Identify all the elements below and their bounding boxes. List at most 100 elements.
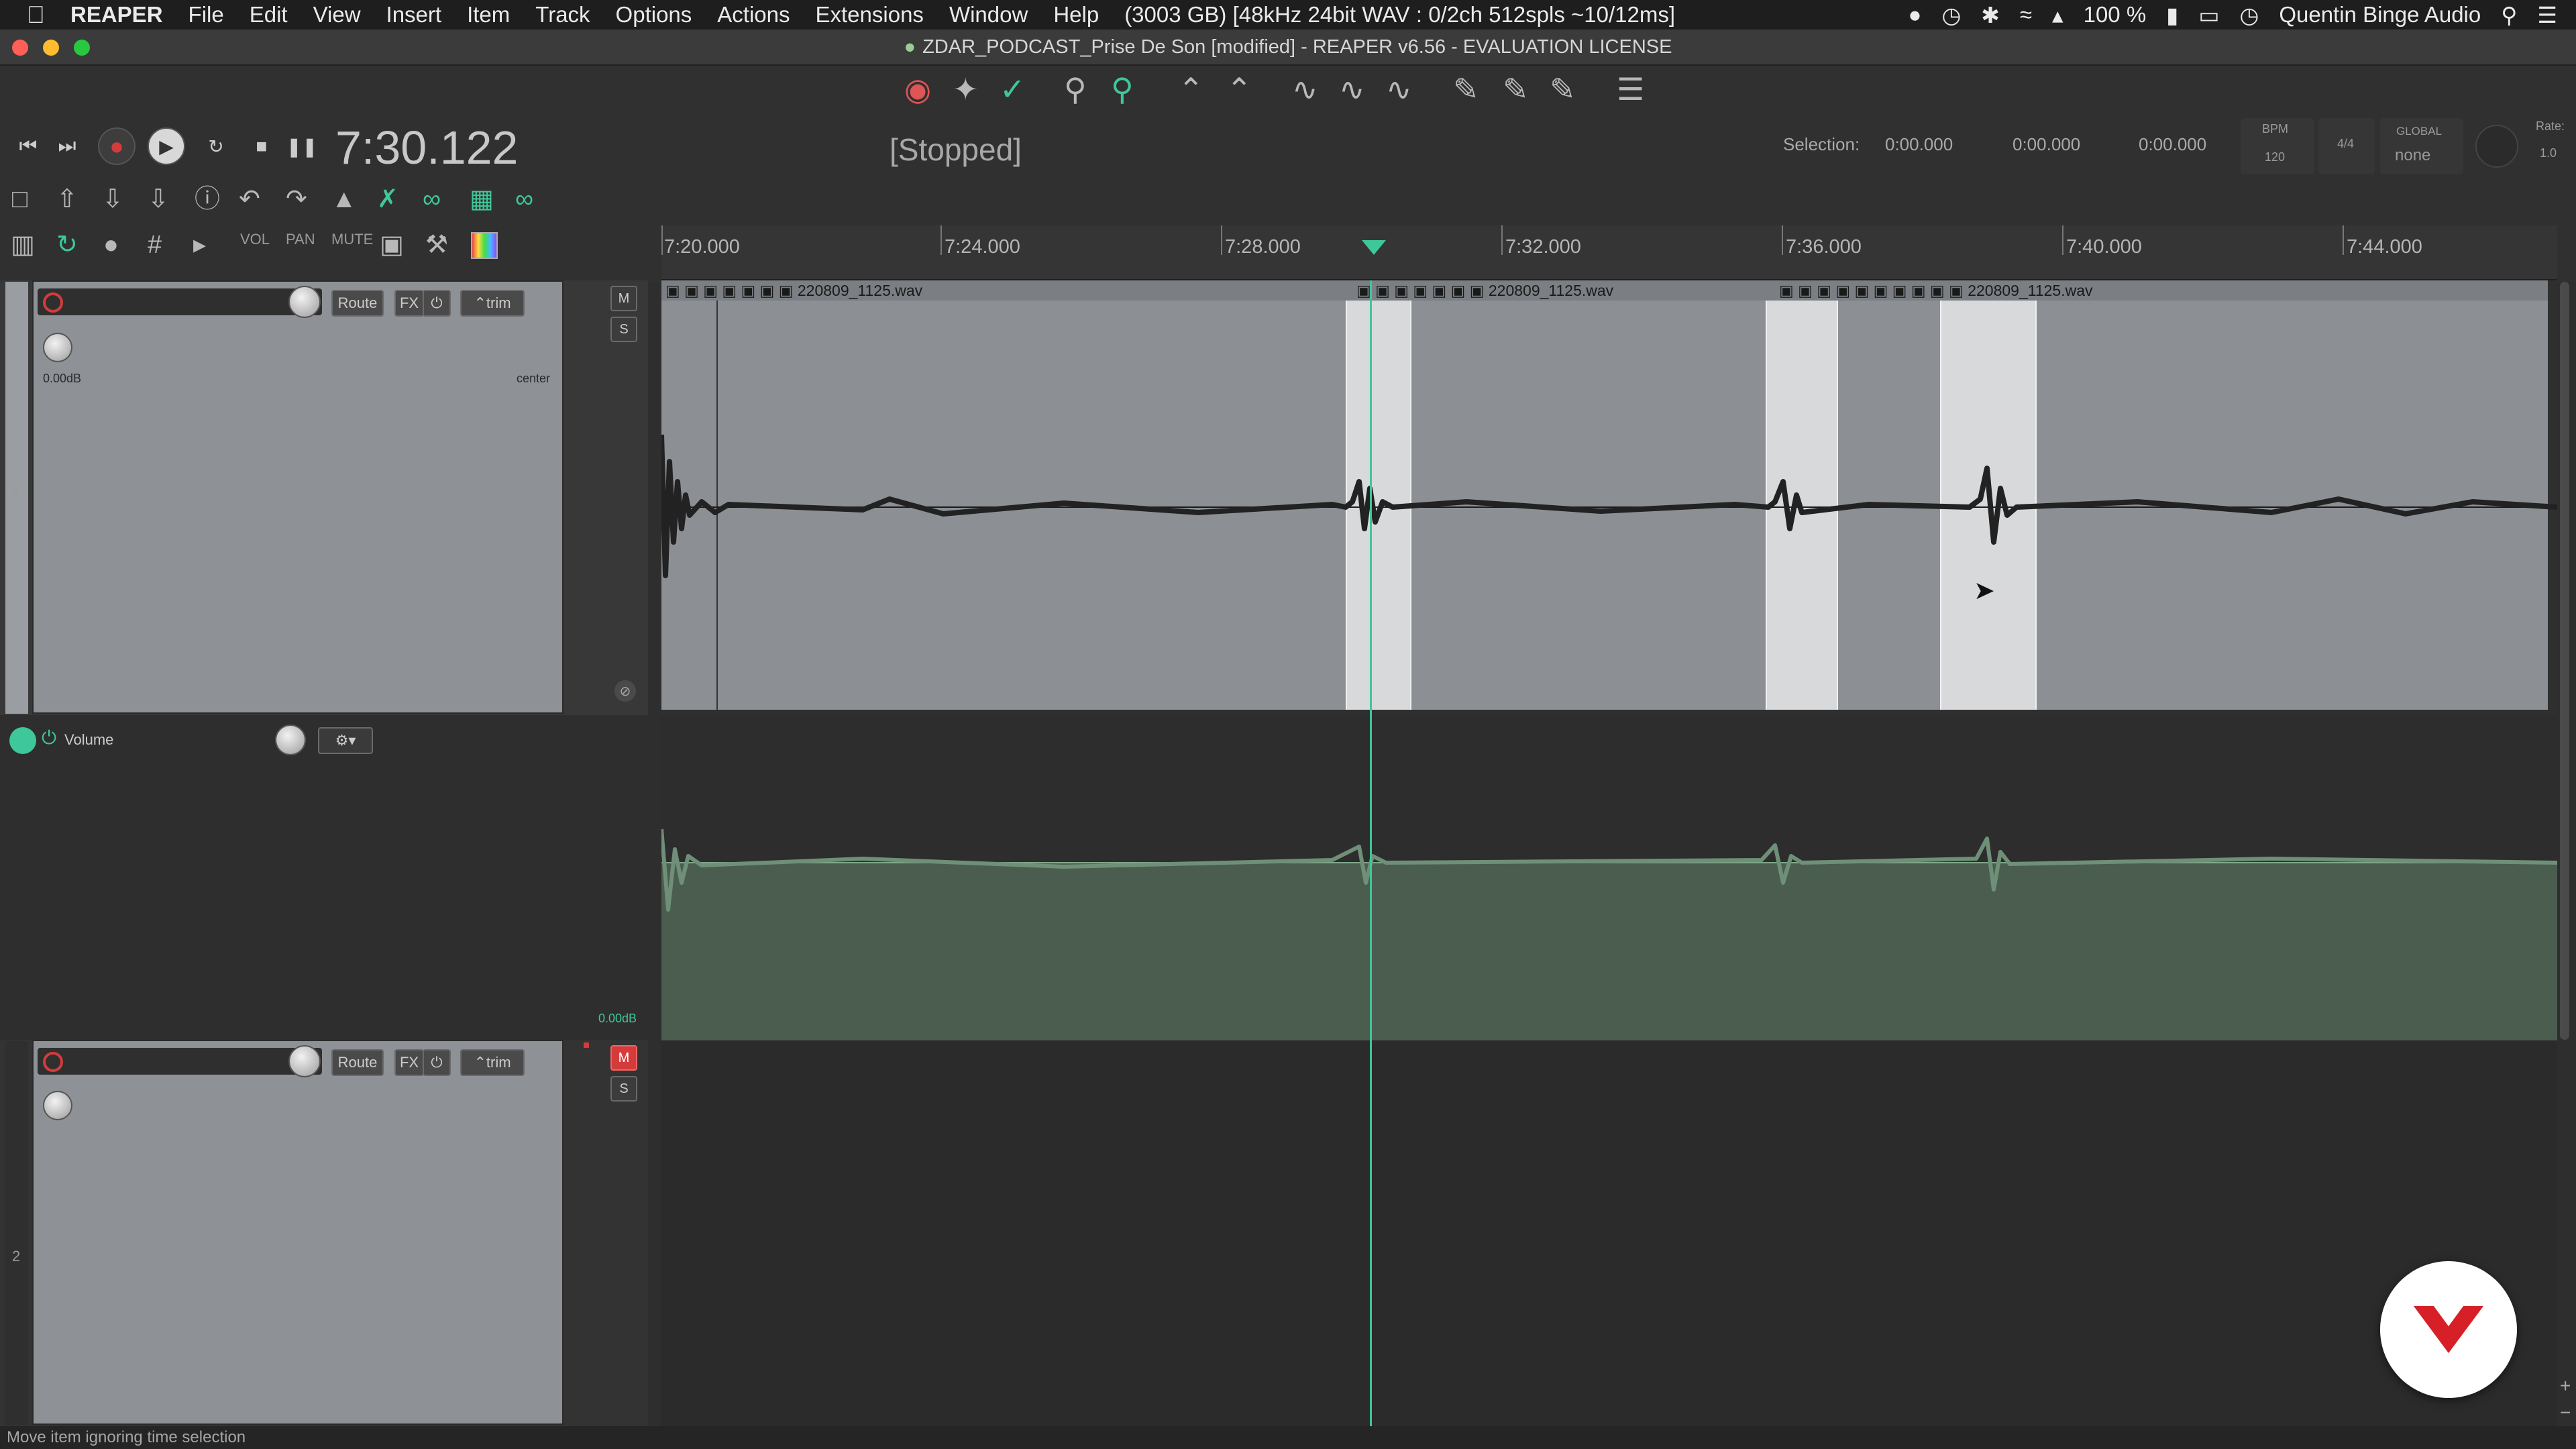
item-grouping-icon[interactable]: ✦ — [953, 74, 979, 105]
volume-icon[interactable]: ▴ — [2052, 2, 2063, 28]
bluetooth-icon[interactable]: ✱ — [1981, 2, 2000, 28]
wave-peaks-icon[interactable]: ∿ — [1386, 74, 1412, 105]
track-1-pan-knob[interactable] — [43, 333, 72, 362]
track-1-fx-button[interactable]: FX — [394, 290, 424, 317]
media-item-1-header[interactable]: ▣ ▣ ▣ ▣ ▣ ▣ ▣ 220809_1125.wav — [661, 280, 1352, 301]
close-window-button[interactable] — [12, 40, 28, 56]
pause-button[interactable]: ❚❚ — [283, 127, 321, 165]
menu-actions[interactable]: Actions — [717, 2, 790, 28]
track-1-solo-button[interactable]: S — [610, 317, 637, 342]
apple-icon[interactable]:  — [27, 1, 45, 29]
menu-item[interactable]: Item — [467, 2, 510, 28]
control-center-icon[interactable]: ☰ — [2537, 2, 2557, 28]
grid-toggle-icon[interactable]: ▦ — [470, 186, 494, 212]
undo-icon[interactable]: ↶ — [239, 186, 260, 212]
stop-button[interactable]: ■ — [243, 127, 280, 165]
trim-behind-icon[interactable]: ✗ — [377, 186, 398, 212]
zoom-in-vertical-icon[interactable]: + — [2560, 1375, 2571, 1397]
menu-options[interactable]: Options — [616, 2, 692, 28]
wrench-icon[interactable]: ⚒ — [425, 232, 448, 258]
pencil-icon[interactable]: ✎ — [1550, 74, 1576, 105]
menu-track[interactable]: Track — [535, 2, 590, 28]
menu-insert[interactable]: Insert — [386, 2, 442, 28]
menu-window[interactable]: Window — [949, 2, 1028, 28]
envelope-shape-icon[interactable]: ⌃ — [1226, 74, 1252, 105]
layout-icon[interactable]: ☰ — [1617, 74, 1644, 105]
metronome-icon[interactable]: ▲ — [331, 186, 357, 212]
track-2-name-field[interactable] — [38, 1048, 322, 1075]
track-2-pan-knob[interactable] — [43, 1091, 72, 1120]
wifi-icon[interactable]: ≈ — [2020, 2, 2032, 28]
play-button[interactable]: ▶ — [148, 127, 185, 165]
bpm-value[interactable]: 120 — [2265, 150, 2285, 164]
edit-color-icon[interactable]: ✎ — [1503, 74, 1529, 105]
envelope-follow-icon[interactable]: ∞ — [515, 186, 533, 212]
envelope-lane-control[interactable]: ⏻ Volume ⚙ ▾ 0.00dB — [0, 715, 648, 1040]
lock-icon[interactable]: ● — [103, 232, 119, 258]
record-button[interactable]: ● — [98, 127, 136, 165]
search-icon[interactable]: ⚲ — [2501, 2, 2517, 28]
track-1-trim-button[interactable]: ⌃ trim — [460, 290, 525, 317]
new-project-icon[interactable]: □ — [12, 186, 28, 212]
track-1-control-panel[interactable]: 1 Route FX ⏻ ⌃ trim 0.00dB center M S ⊘ — [0, 280, 648, 715]
track-1-mute-button[interactable]: M — [610, 286, 637, 311]
time-machine-icon[interactable]: ◷ — [1941, 2, 1961, 28]
menu-view[interactable]: View — [313, 2, 361, 28]
vol-envelope-label[interactable]: VOL — [240, 231, 270, 248]
track-2-control-panel[interactable]: 2 Route FX ⏻ ⌃ trim M S — [0, 1040, 648, 1426]
track-2-lane[interactable] — [661, 1040, 2557, 1426]
color-picker-icon[interactable] — [471, 232, 498, 259]
track-1-record-arm-button[interactable] — [43, 292, 63, 313]
grid-icon[interactable]: # — [148, 232, 162, 258]
zoom-region-icon[interactable]: ⚲ — [1064, 74, 1087, 105]
selection-end[interactable]: 0:00.000 — [2012, 134, 2080, 155]
transport-time-display[interactable]: 7:30.122 — [335, 121, 518, 174]
item-lock-icon[interactable]: ▣ ▣ ▣ ▣ ▣ ▣ ▣ ▣ ▣ ▣ — [1779, 282, 1968, 300]
airplay-icon[interactable]: ▭ — [2198, 2, 2219, 28]
go-to-start-button[interactable]: ⏮ — [9, 127, 47, 165]
bpm-box[interactable]: BPM 120 — [2241, 118, 2314, 174]
track-1-route-button[interactable]: Route — [331, 290, 384, 317]
track-1-phase-icon[interactable]: ⊘ — [614, 680, 636, 702]
wave-zoom-in-icon[interactable]: ∿ — [1339, 74, 1365, 105]
marker-icon[interactable]: ▸ — [193, 232, 206, 258]
menu-app-reaper[interactable]: REAPER — [70, 2, 163, 28]
rate-knob[interactable] — [2475, 125, 2518, 168]
save-project-icon[interactable]: ⇩ — [102, 186, 123, 212]
envelope-settings-button[interactable]: ⚙ ▾ — [318, 727, 373, 754]
menu-extensions[interactable]: Extensions — [816, 2, 924, 28]
render-icon[interactable]: ▣ — [380, 232, 404, 258]
binoculars-icon[interactable]: ● — [1909, 2, 1922, 28]
mixer-icon[interactable]: ▥ — [11, 232, 35, 258]
item-lock-icon[interactable]: ▣ ▣ ▣ ▣ ▣ ▣ ▣ — [665, 282, 798, 300]
playhead-line[interactable] — [1370, 280, 1372, 1426]
menu-help[interactable]: Help — [1053, 2, 1099, 28]
loop-button[interactable]: ↻ — [197, 127, 235, 165]
timeline-ruler[interactable]: 7:20.000 7:24.000 7:28.000 7:32.000 7:36… — [661, 225, 2557, 280]
save-as-icon[interactable]: ⇩ — [148, 186, 169, 212]
track-2-record-arm-button[interactable] — [43, 1052, 63, 1072]
menu-file[interactable]: File — [189, 2, 224, 28]
track-1-name-field[interactable] — [38, 288, 322, 315]
vertical-scrollbar[interactable] — [2560, 282, 2569, 1040]
snap-icon[interactable]: ↻ — [56, 232, 78, 258]
track-1-volume-knob[interactable] — [288, 286, 321, 318]
redo-icon[interactable]: ↷ — [286, 186, 307, 212]
mute-envelope-label[interactable]: MUTE — [331, 231, 373, 248]
track-2-solo-button[interactable]: S — [610, 1076, 637, 1102]
battery-icon[interactable]: ▮ — [2166, 2, 2178, 28]
menu-edit[interactable]: Edit — [250, 2, 288, 28]
project-info-icon[interactable]: ⓘ — [195, 186, 220, 212]
media-item-3-header[interactable]: ▣ ▣ ▣ ▣ ▣ ▣ ▣ ▣ ▣ ▣ 220809_1125.wav — [1775, 280, 2548, 301]
playhead-marker[interactable] — [1362, 240, 1386, 255]
zoom-in-icon[interactable]: ⚲ — [1111, 74, 1134, 105]
audio-status-info[interactable]: (3003 GB) [48kHz 24bit WAV : 0/2ch 512sp… — [1124, 2, 1675, 28]
edit-mode-icon[interactable]: ✎ — [1453, 74, 1479, 105]
envelope-point-icon[interactable]: ⌃ — [1178, 74, 1204, 105]
track-2-route-button[interactable]: Route — [331, 1049, 384, 1076]
open-project-icon[interactable]: ⇧ — [56, 186, 78, 212]
envelope-value-knob[interactable] — [275, 724, 306, 755]
zoom-out-vertical-icon[interactable]: − — [2560, 1402, 2571, 1424]
go-to-end-button[interactable]: ⏭ — [48, 127, 86, 165]
timesig-value[interactable]: 4/4 — [2337, 137, 2354, 151]
